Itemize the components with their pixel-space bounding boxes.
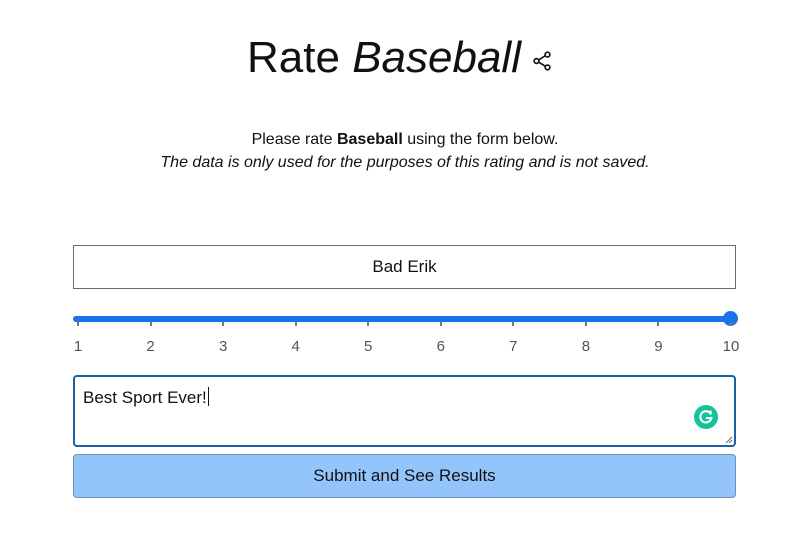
privacy-note: The data is only used for the purposes o… (160, 154, 650, 171)
slider-tick: 1 (68, 322, 88, 355)
tick-mark (512, 322, 515, 326)
submit-button[interactable]: Submit and See Results (73, 454, 736, 498)
tick-mark (584, 322, 587, 326)
tick-label: 9 (654, 338, 663, 355)
intro-before: Please rate (251, 131, 337, 148)
tick-label: 4 (291, 338, 300, 355)
tick-mark (730, 322, 732, 326)
tick-label: 5 (364, 338, 373, 355)
resize-grip-icon[interactable] (725, 436, 733, 444)
slider-ticks: 1 2 3 4 5 6 7 8 9 10 (73, 322, 739, 362)
intro-text: Please rate Baseball using the form belo… (150, 128, 660, 174)
tick-label: 8 (581, 338, 591, 355)
tick-mark (149, 322, 152, 326)
share-icon[interactable] (531, 50, 553, 72)
comment-text[interactable]: Best Sport Ever! (83, 387, 209, 408)
name-field-container (73, 245, 736, 289)
tick-label: 1 (73, 338, 83, 355)
slider-tick: 3 (213, 322, 233, 355)
comment-value[interactable]: Best Sport Ever! (83, 388, 207, 407)
slider-tick: 8 (576, 322, 596, 355)
tick-mark (294, 322, 297, 326)
comment-field[interactable]: Best Sport Ever! (73, 375, 736, 447)
text-caret (207, 387, 209, 406)
slider-tick: 7 (503, 322, 523, 355)
slider-tick: 4 (286, 322, 306, 355)
title-prefix: Rate (247, 33, 340, 82)
slider-tick: 10 (721, 322, 741, 355)
tick-mark (657, 322, 660, 326)
tick-mark (222, 322, 225, 326)
slider-tick: 9 (648, 322, 668, 355)
title-subject: Baseball (352, 33, 521, 82)
tick-label: 7 (509, 338, 518, 355)
name-input[interactable] (74, 245, 735, 289)
tick-label: 2 (146, 338, 155, 355)
slider-tick: 5 (358, 322, 378, 355)
intro-after: using the form below. (402, 131, 559, 148)
intro-line: Please rate Baseball using the form belo… (150, 128, 660, 151)
slider-tick: 2 (141, 322, 161, 355)
tick-label: 6 (436, 338, 445, 355)
rating-page: Rate Baseball Please rate Baseball using… (0, 0, 800, 541)
tick-mark (439, 322, 442, 326)
tick-mark (367, 322, 370, 326)
page-title: Rate Baseball (247, 28, 521, 88)
tick-mark (77, 322, 79, 326)
title-row: Rate Baseball (0, 28, 800, 88)
slider-tick: 6 (431, 322, 451, 355)
intro-subject: Baseball (336, 131, 403, 148)
grammarly-icon[interactable] (694, 405, 718, 429)
tick-label: 10 (722, 338, 740, 355)
tick-label: 3 (218, 338, 228, 355)
